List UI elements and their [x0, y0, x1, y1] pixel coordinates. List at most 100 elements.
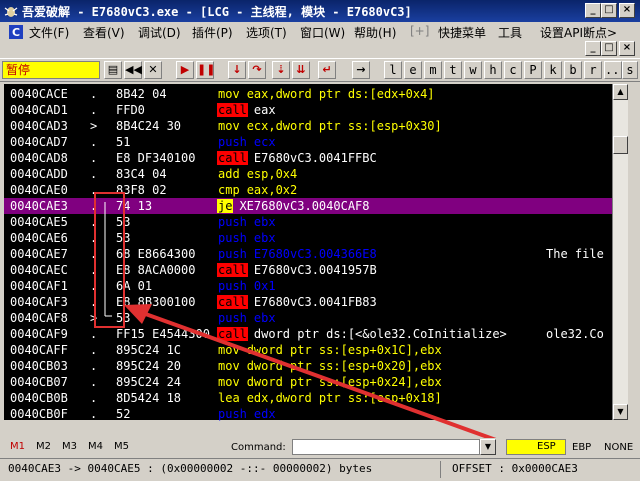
disasm-row[interactable]: 0040CAEC. E8 8ACA0000 call E7680vC3.0041957… [4, 262, 612, 278]
menu-window[interactable]: 窗口(W) [300, 24, 345, 41]
tab-m4[interactable]: M4 [88, 441, 103, 452]
handles-button[interactable]: h [484, 61, 502, 79]
menu-help[interactable]: 帮助(H) [354, 24, 396, 41]
goto-button[interactable]: → [352, 61, 370, 79]
executable-modules-button[interactable]: e [404, 61, 422, 79]
run-button[interactable]: ▶ [176, 61, 194, 79]
open-button[interactable]: ▤ [104, 61, 122, 79]
app-menu-icon[interactable]: C [9, 25, 23, 39]
menu-view[interactable]: 查看(V) [83, 24, 125, 41]
close-button[interactable]: × [619, 3, 635, 18]
windows-button[interactable]: w [464, 61, 482, 79]
disasm-row[interactable]: 0040CADD. 83C4 04 add esp,0x4 [4, 166, 612, 182]
child-close-button[interactable]: × [619, 41, 635, 56]
scroll-down-arrow-icon[interactable]: ▼ [613, 404, 628, 420]
disasm-row[interactable]: 0040CAE5. 53 push ebx [4, 214, 612, 230]
scroll-thumb[interactable] [613, 136, 628, 154]
address-cell: 0040CAF1 [10, 279, 68, 293]
scroll-up-arrow-icon[interactable]: ▲ [613, 84, 628, 100]
disasm-row[interactable]: 0040CACE. 8B42 04 mov eax,dword ptr ds:[edx… [4, 86, 612, 102]
menu-debug[interactable]: 调试(D) [138, 24, 181, 41]
menu-plus[interactable]: [+] [410, 24, 429, 38]
menu-set-api-bp[interactable]: 设置API断点> [540, 24, 617, 41]
hex-dump-cell: E8 DF340100 [116, 151, 196, 165]
step-over-icon: ↷ [252, 63, 262, 76]
menu-shortcuts[interactable]: 快捷菜单 [438, 24, 486, 41]
disasm-row[interactable]: 0040CAD7. 51 push ecx [4, 134, 612, 150]
disasm-row[interactable]: 0040CAD3 >8B4C24 30 mov ecx,dword ptr ss:[e… [4, 118, 612, 134]
none-button[interactable]: NONE [604, 442, 633, 453]
execute-till-return-button[interactable]: ↵ [318, 61, 336, 79]
disasm-row[interactable]: 0040CB07. 895C24 24 mov dword ptr ss:[esp+0… [4, 374, 612, 390]
tab-m3[interactable]: M3 [62, 441, 77, 452]
tab-m1[interactable]: M1 [10, 441, 25, 452]
address-cell: 0040CAE6 [10, 231, 68, 245]
run-trace-button[interactable]: ... [604, 61, 627, 79]
disasm-row[interactable]: 0040CB0B. 8D5424 18 lea edx,dword ptr ss:[e… [4, 390, 612, 406]
tab-m5[interactable]: M5 [114, 441, 129, 452]
call-stack-button[interactable]: k [544, 61, 562, 79]
instruction-cell: push 0x1 [217, 278, 276, 294]
jump-marker: . [90, 231, 98, 245]
threads-button[interactable]: t [444, 61, 462, 79]
log-window-button[interactable]: l [384, 61, 402, 79]
disasm-row[interactable]: 0040CB03. 895C24 20 mov dword ptr ss:[esp+0… [4, 358, 612, 374]
ebp-button[interactable]: EBP [572, 442, 591, 453]
source-button[interactable]: s [622, 61, 638, 79]
step-into-button[interactable]: ↓ [228, 61, 246, 79]
disasm-row[interactable]: 0040CB0F. 52 push edx [4, 406, 612, 422]
trace-over-button[interactable]: ⇊ [292, 61, 310, 79]
minimize-button[interactable]: _ [585, 3, 601, 18]
trace-over-icon: ⇊ [296, 63, 306, 76]
disasm-row[interactable]: 0040CAE7. 68 E8664300 push E7680vC3.004366E… [4, 246, 612, 262]
breakpoints-button[interactable]: b [564, 61, 582, 79]
disasm-row[interactable]: 0040CAD8. E8 DF340100 call E7680vC3.0041FFB… [4, 150, 612, 166]
memory-map-button[interactable]: m [424, 61, 442, 79]
menu-plugins[interactable]: 插件(P) [192, 24, 233, 41]
disasm-row[interactable]: 0040CAF3. E8 8B300100 call E7680vC3.0041FB8… [4, 294, 612, 310]
svg-text:C: C [12, 26, 20, 39]
hex-dump-cell: 895C24 1C [116, 343, 182, 357]
esp-button[interactable]: ESP [506, 439, 566, 455]
hex-dump-cell: 895C24 20 [116, 359, 182, 373]
close-debuggee-button[interactable]: ✕ [144, 61, 162, 79]
patches-button[interactable]: P [524, 61, 542, 79]
pause-button[interactable]: ❚❚ [196, 61, 215, 79]
operands: edx,dword ptr ss:[esp+0x18] [246, 391, 442, 405]
mnemonic: push [218, 215, 247, 229]
tab-m2[interactable]: M2 [36, 441, 51, 452]
trace-into-button[interactable]: ⇣ [272, 61, 290, 79]
instruction-cell: add esp,0x4 [217, 166, 297, 182]
jump-marker: . [90, 343, 98, 357]
child-restore-button[interactable]: □ [601, 41, 617, 56]
disasm-row[interactable]: 0040CAF9. FF15 E4544300 call dword ptr ds:[… [4, 326, 612, 342]
step-over-button[interactable]: ↷ [248, 61, 266, 79]
menu-file[interactable]: 文件(F) [29, 24, 69, 41]
references-button[interactable]: r [584, 61, 602, 79]
instruction-cell: cmp eax,0x2 [217, 182, 297, 198]
jump-marker: > [90, 119, 98, 133]
command-dropdown-icon[interactable]: ▼ [480, 439, 496, 455]
disasm-row[interactable]: 0040CAE0. 83F8 02 cmp eax,0x2 [4, 182, 612, 198]
toolbar: 暂停 ▤ ◀◀ ✕ ▶ ❚❚ ↓ ↷ ⇣ ⇊ ↵ → l e m t w h c… [0, 58, 640, 82]
restart-button[interactable]: ◀◀ [124, 61, 142, 79]
disasm-row[interactable]: 0040CAF8 >53 push ebx [4, 310, 612, 326]
disasm-row[interactable]: 0040CAE6. 53 push ebx [4, 230, 612, 246]
disasm-row[interactable]: 0040CAD1. FFD0 call eax [4, 102, 612, 118]
child-minimize-button[interactable]: _ [585, 41, 601, 56]
operands: dword ptr ds:[<&ole32.CoInitialize> [253, 327, 507, 341]
disasm-row[interactable]: 0040CAE3. 74 13 je XE7680vC3.0040CAF8 [4, 198, 612, 214]
cpu-button[interactable]: c [504, 61, 522, 79]
operands: XE7680vC3.0040CAF8 [239, 199, 370, 213]
bug-icon [4, 7, 18, 17]
disasm-row[interactable]: 0040CAFF. 895C24 1C mov dword ptr ss:[esp+0… [4, 342, 612, 358]
maximize-button[interactable]: □ [601, 3, 617, 18]
debug-state-indicator: 暂停 [2, 61, 100, 79]
disasm-row[interactable]: 0040CAF1. 6A 01 push 0x1 [4, 278, 612, 294]
menu-tools[interactable]: 工具 [498, 24, 522, 41]
disassembly-pane[interactable]: 0040CACE. 8B42 04 mov eax,dword ptr ds:[edx… [4, 84, 612, 422]
menu-options[interactable]: 选项(T) [246, 24, 287, 41]
command-input[interactable] [292, 439, 480, 455]
disassembly-scrollbar[interactable]: ▲ ▼ [612, 84, 628, 420]
hex-dump-cell: 51 [116, 135, 131, 149]
